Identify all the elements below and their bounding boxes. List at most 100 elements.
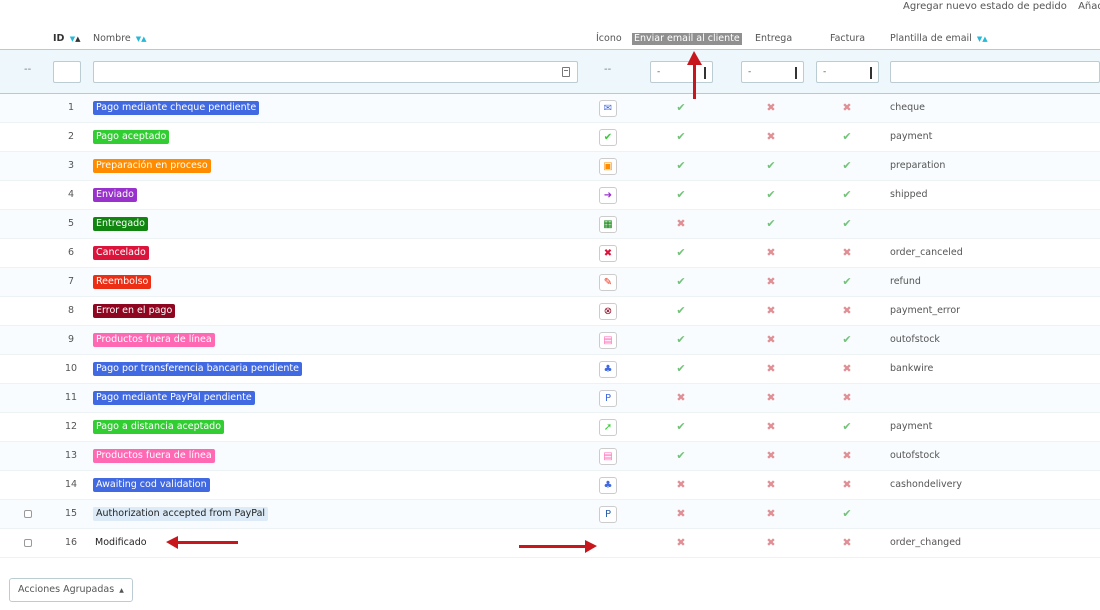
invoice-no-icon[interactable]: ✖ — [836, 471, 858, 499]
invoice-yes-icon[interactable]: ✔ — [836, 500, 858, 528]
delivery-no-icon[interactable]: ✖ — [760, 326, 782, 354]
table-row[interactable]: 14 Awaiting cod validation ♣ ✖ ✖ ✖ cashondeliv… — [0, 471, 1100, 500]
filter-placeholder: -- — [24, 64, 32, 75]
state-name-label: Enviado — [93, 187, 137, 202]
accepted-icon: ✔ — [599, 129, 617, 146]
delivery-no-icon[interactable]: ✖ — [760, 529, 782, 557]
filter-row: -- -- - - - — [0, 50, 1100, 94]
state-name-label: Productos fuera de línea — [93, 332, 215, 347]
send-email-yes-icon[interactable]: ✔ — [670, 181, 692, 209]
delivery-no-icon[interactable]: ✖ — [760, 239, 782, 267]
send-email-yes-icon[interactable]: ✔ — [670, 355, 692, 383]
table-row[interactable]: 8 Error en el pago ⊗ ✔ ✖ ✖ payment_error — [0, 297, 1100, 326]
delivery-no-icon[interactable]: ✖ — [760, 500, 782, 528]
email-template: cheque — [890, 102, 925, 113]
send-email-no-icon[interactable]: ✖ — [670, 529, 692, 557]
table-row[interactable]: 7 Reembolso ✎ ✔ ✖ ✔ refund — [0, 268, 1100, 297]
filter-delivery-select[interactable]: - — [741, 61, 804, 83]
table-row[interactable]: 12 Pago a distancia aceptado ➚ ✔ ✖ ✔ payment — [0, 413, 1100, 442]
delivery-yes-icon[interactable]: ✔ — [760, 210, 782, 238]
state-name-label: Error en el pago — [93, 303, 176, 318]
add-next-link[interactable]: Añadir nu — [1078, 0, 1100, 14]
invoice-no-icon[interactable]: ✖ — [836, 442, 858, 470]
state-name-label: Pago mediante cheque pendiente — [93, 100, 260, 115]
filter-send-email-select[interactable]: - — [650, 61, 713, 83]
row-checkbox[interactable] — [24, 539, 32, 547]
sort-arrows-icon[interactable]: ▼▲ — [977, 35, 988, 43]
invoice-no-icon[interactable]: ✖ — [836, 529, 858, 557]
table-row[interactable]: 9 Productos fuera de línea ▤ ✔ ✖ ✔ outofstock — [0, 326, 1100, 355]
delivery-no-icon[interactable]: ✖ — [760, 297, 782, 325]
table-row[interactable]: 6 Cancelado ✖ ✔ ✖ ✖ order_canceled — [0, 239, 1100, 268]
send-email-no-icon[interactable]: ✖ — [670, 384, 692, 412]
filter-invoice-select[interactable]: - — [816, 61, 879, 83]
filter-id-input[interactable] — [53, 61, 81, 83]
delivery-no-icon[interactable]: ✖ — [760, 268, 782, 296]
send-email-yes-icon[interactable]: ✔ — [670, 152, 692, 180]
table-row[interactable]: 11 Pago mediante PayPal pendiente P ✖ ✖ ✖ — [0, 384, 1100, 413]
send-email-yes-icon[interactable]: ✔ — [670, 268, 692, 296]
invoice-yes-icon[interactable]: ✔ — [836, 152, 858, 180]
invoice-no-icon[interactable]: ✖ — [836, 239, 858, 267]
row-id: 10 — [64, 363, 78, 374]
invoice-yes-icon[interactable]: ✔ — [836, 268, 858, 296]
column-header-email-template[interactable]: Plantilla de email ▼▲ — [890, 28, 988, 50]
table-row[interactable]: 4 Enviado ➜ ✔ ✔ ✔ shipped — [0, 181, 1100, 210]
table-row[interactable]: 1 Pago mediante cheque pendiente ✉ ✔ ✖ ✖ chequ… — [0, 94, 1100, 123]
invoice-yes-icon[interactable]: ✔ — [836, 123, 858, 151]
filter-template-input[interactable] — [890, 61, 1100, 83]
delivery-yes-icon[interactable]: ✔ — [760, 181, 782, 209]
row-id: 15 — [64, 508, 78, 519]
table-row[interactable]: 2 Pago aceptado ✔ ✔ ✖ ✔ payment — [0, 123, 1100, 152]
delivery-no-icon[interactable]: ✖ — [760, 384, 782, 412]
filter-name-input[interactable] — [93, 61, 578, 83]
delivery-yes-icon[interactable]: ✔ — [760, 152, 782, 180]
invoice-no-icon[interactable]: ✖ — [836, 355, 858, 383]
send-email-yes-icon[interactable]: ✔ — [670, 442, 692, 470]
row-checkbox[interactable] — [24, 510, 32, 518]
delivery-no-icon[interactable]: ✖ — [760, 123, 782, 151]
column-header-name[interactable]: Nombre ▼▲ — [93, 28, 147, 50]
remote-icon: ➚ — [599, 419, 617, 436]
table-row[interactable]: 13 Productos fuera de línea ▤ ✔ ✖ ✖ outofstock — [0, 442, 1100, 471]
invoice-yes-icon[interactable]: ✔ — [836, 326, 858, 354]
bulk-actions-button[interactable]: Acciones Agrupadas ▲ — [9, 578, 133, 602]
row-id: 3 — [67, 160, 75, 171]
send-email-no-icon[interactable]: ✖ — [670, 500, 692, 528]
table-row[interactable]: 16 Modificado ✖ ✖ ✖ order_changed — [0, 529, 1100, 558]
column-header-id[interactable]: ID ▼▲ — [53, 28, 81, 50]
delivery-no-icon[interactable]: ✖ — [760, 413, 782, 441]
table-row[interactable]: 10 Pago por transferencia bancaria pendie… — [0, 355, 1100, 384]
delivery-no-icon[interactable]: ✖ — [760, 442, 782, 470]
send-email-yes-icon[interactable]: ✔ — [670, 413, 692, 441]
invoice-yes-icon[interactable]: ✔ — [836, 181, 858, 209]
invoice-no-icon[interactable]: ✖ — [836, 94, 858, 122]
delivery-no-icon[interactable]: ✖ — [760, 94, 782, 122]
email-template: outofstock — [890, 450, 940, 461]
row-id: 13 — [64, 450, 78, 461]
send-email-yes-icon[interactable]: ✔ — [670, 239, 692, 267]
invoice-no-icon[interactable]: ✖ — [836, 297, 858, 325]
add-order-state-link[interactable]: Agregar nuevo estado de pedido — [903, 0, 1067, 14]
table-row[interactable]: 5 Entregado ▦ ✖ ✔ ✔ — [0, 210, 1100, 239]
send-email-yes-icon[interactable]: ✔ — [670, 123, 692, 151]
row-id: 5 — [67, 218, 75, 229]
state-name-label: Pago aceptado — [93, 129, 170, 144]
table-row[interactable]: 3 Preparación en proceso ▣ ✔ ✔ ✔ preparation — [0, 152, 1100, 181]
send-email-no-icon[interactable]: ✖ — [670, 471, 692, 499]
sort-arrows-icon[interactable]: ▼▲ — [70, 35, 81, 43]
table-row[interactable]: 15 Authorization accepted from PayPal P ✖ ✖ ✔ — [0, 500, 1100, 529]
send-email-no-icon[interactable]: ✖ — [670, 210, 692, 238]
invoice-no-icon[interactable]: ✖ — [836, 384, 858, 412]
invoice-yes-icon[interactable]: ✔ — [836, 413, 858, 441]
send-email-yes-icon[interactable]: ✔ — [670, 297, 692, 325]
delivery-no-icon[interactable]: ✖ — [760, 471, 782, 499]
send-email-yes-icon[interactable]: ✔ — [670, 326, 692, 354]
sort-arrows-icon[interactable]: ▼▲ — [136, 35, 147, 43]
column-header-invoice: Factura — [830, 33, 866, 44]
row-id: 8 — [67, 305, 75, 316]
row-id: 1 — [67, 102, 75, 113]
invoice-yes-icon[interactable]: ✔ — [836, 210, 858, 238]
delivery-no-icon[interactable]: ✖ — [760, 355, 782, 383]
send-email-yes-icon[interactable]: ✔ — [670, 94, 692, 122]
